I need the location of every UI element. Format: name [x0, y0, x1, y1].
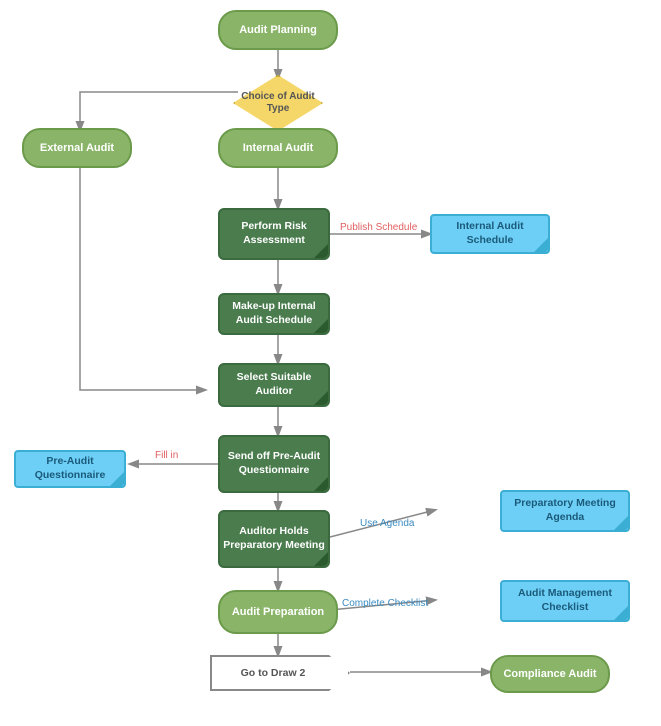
fill-in-label: Fill in	[155, 450, 178, 461]
go-to-draw2-label: Go to Draw 2	[241, 667, 306, 679]
internal-audit-schedule-shape: Internal Audit Schedule	[430, 214, 550, 254]
pre-audit-q-shape: Pre-Audit Questionnaire	[14, 450, 126, 488]
perform-risk-label: Perform Risk Assessment	[220, 220, 328, 247]
external-audit-shape: External Audit	[22, 128, 132, 168]
audit-mgmt-checklist-shape: Audit Management Checklist	[500, 580, 630, 622]
audit-preparation-label: Audit Preparation	[232, 605, 324, 619]
internal-audit-label: Internal Audit	[243, 141, 313, 155]
internal-audit-shape: Internal Audit	[218, 128, 338, 168]
preparatory-agenda-shape: Preparatory Meeting Agenda	[500, 490, 630, 532]
choice-audit-diamond: Choice of Audit Type	[233, 75, 323, 131]
go-to-draw2-shape: Go to Draw 2	[210, 655, 350, 691]
external-audit-label: External Audit	[40, 141, 114, 155]
perform-risk-shape: Perform Risk Assessment	[218, 208, 330, 260]
makeup-internal-shape: Make-up Internal Audit Schedule	[218, 293, 330, 335]
choice-audit-shape	[233, 75, 323, 131]
internal-audit-schedule-label: Internal Audit Schedule	[432, 220, 548, 247]
audit-planning-shape: Audit Planning	[218, 10, 338, 50]
auditor-holds-label: Auditor Holds Preparatory Meeting	[220, 525, 328, 552]
select-suitable-shape: Select Suitable Auditor	[218, 363, 330, 407]
makeup-internal-label: Make-up Internal Audit Schedule	[220, 300, 328, 327]
audit-mgmt-checklist-label: Audit Management Checklist	[502, 587, 628, 614]
complete-checklist-label: Complete Checklist	[342, 598, 428, 609]
compliance-audit-label: Compliance Audit	[503, 667, 596, 681]
auditor-holds-shape: Auditor Holds Preparatory Meeting	[218, 510, 330, 568]
audit-planning-label: Audit Planning	[239, 23, 317, 37]
select-suitable-label: Select Suitable Auditor	[220, 371, 328, 398]
preparatory-agenda-label: Preparatory Meeting Agenda	[502, 497, 628, 524]
publish-schedule-label: Publish Schedule	[340, 222, 417, 233]
send-off-shape: Send off Pre-Audit Questionnaire	[218, 435, 330, 493]
audit-preparation-shape: Audit Preparation	[218, 590, 338, 634]
compliance-audit-shape: Compliance Audit	[490, 655, 610, 693]
use-agenda-label: Use Agenda	[360, 518, 415, 529]
send-off-label: Send off Pre-Audit Questionnaire	[220, 450, 328, 477]
pre-audit-q-label: Pre-Audit Questionnaire	[16, 455, 124, 482]
diagram: Audit Planning Choice of Audit Type Exte…	[0, 0, 661, 726]
